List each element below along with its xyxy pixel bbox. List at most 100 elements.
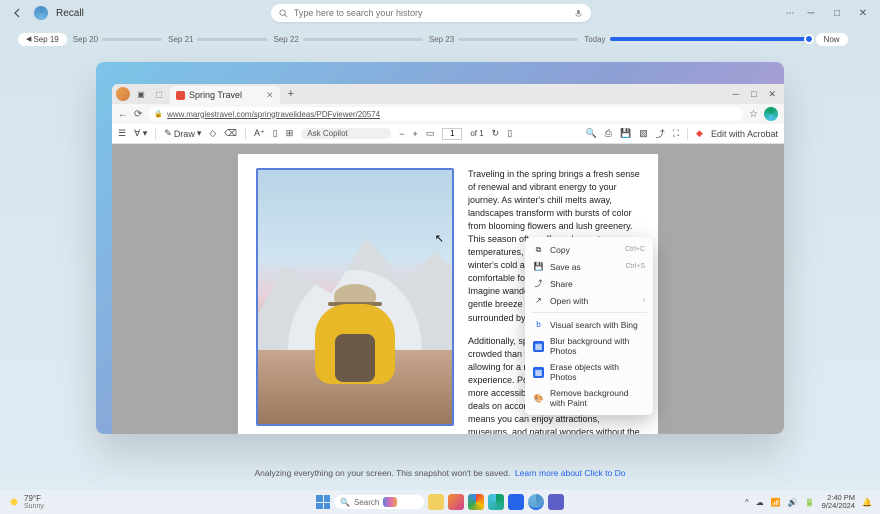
timeline-date[interactable]: Sep 22 — [273, 35, 298, 44]
filter-icon[interactable]: ∀ ▾ — [134, 128, 147, 139]
menu-open-with[interactable]: ↗Open with› — [525, 292, 653, 309]
tab-actions-icon[interactable]: ▣ — [134, 87, 148, 101]
copy-icon: ⧉ — [533, 244, 544, 255]
recall-header: Recall ─ □ ✕ — [0, 0, 880, 26]
tray-chevron-icon[interactable]: ^ — [745, 498, 749, 507]
history-search-box[interactable] — [271, 4, 591, 22]
new-tab-button[interactable]: + — [284, 88, 298, 100]
address-bar: ← ⟳ 🔒 www.margiestravel.com/springtravel… — [112, 104, 784, 124]
menu-erase-objects[interactable]: ▦Erase objects with Photos — [525, 359, 653, 385]
history-search-input[interactable] — [294, 8, 568, 18]
taskbar-search[interactable]: 🔍Search — [334, 495, 424, 509]
share-icon: ⤴ — [533, 278, 544, 289]
menu-remove-background[interactable]: 🎨Remove background with Paint — [525, 385, 653, 411]
taskbar-clock[interactable]: 2:40 PM9/24/2024 — [822, 494, 855, 511]
ask-copilot-field[interactable]: Ask Copilot — [301, 128, 391, 139]
close-button[interactable]: ✕ — [856, 8, 870, 19]
recall-title: Recall — [56, 8, 84, 19]
translate-icon[interactable]: ⊞ — [286, 128, 294, 139]
taskbar-store-icon[interactable] — [508, 494, 524, 510]
timeline-back-pill[interactable]: ◀Sep 19 — [18, 33, 67, 46]
snapshot-preview: ▣ ⬚ Spring Travel ✕ + ─ □ ✕ ← ⟳ 🔒 www.ma… — [96, 62, 784, 434]
copilot-icon[interactable] — [764, 107, 778, 121]
browser-tab-strip: ▣ ⬚ Spring Travel ✕ + ─ □ ✕ — [112, 84, 784, 104]
read-aloud-icon[interactable]: ▯ — [273, 128, 278, 139]
browser-minimize[interactable]: ─ — [729, 89, 743, 99]
browser-close[interactable]: ✕ — [764, 89, 780, 100]
system-tray[interactable]: ^ ☁ 📶 🔊 🔋 2:40 PM9/24/2024 🔔 — [745, 494, 872, 511]
taskbar-firefox-icon[interactable] — [448, 494, 464, 510]
maximize-button[interactable]: □ — [830, 8, 844, 19]
workspaces-icon[interactable]: ⬚ — [152, 87, 166, 101]
pdf-viewport[interactable]: ↖ Traveling in the spring brings a fresh… — [112, 144, 784, 434]
timeline-date[interactable]: Sep 23 — [429, 35, 454, 44]
rotate-icon[interactable]: ↻ — [492, 128, 500, 139]
mic-icon[interactable] — [574, 9, 583, 18]
tray-volume-icon[interactable]: 🔊 — [788, 498, 798, 507]
taskbar-edge-icon[interactable] — [488, 494, 504, 510]
taskbar-recall-icon[interactable] — [528, 494, 544, 510]
open-with-icon: ↗ — [533, 295, 544, 306]
weather-widget[interactable]: 79°FSunny — [8, 494, 44, 510]
contents-icon[interactable]: ☰ — [118, 128, 126, 139]
url-field[interactable]: 🔒 www.margiestravel.com/springtravelidea… — [148, 107, 743, 121]
save-icon[interactable]: 💾 — [620, 128, 631, 139]
browser-maximize[interactable]: □ — [747, 89, 760, 99]
start-button[interactable] — [316, 495, 330, 509]
browser-tab[interactable]: Spring Travel ✕ — [170, 86, 280, 104]
taskbar-chrome-icon[interactable] — [468, 494, 484, 510]
browser-back-icon[interactable]: ← — [118, 109, 128, 120]
acrobat-icon[interactable]: ◆ — [696, 128, 703, 139]
minimize-button[interactable]: ─ — [804, 8, 818, 19]
timeline-thumb[interactable] — [804, 34, 814, 44]
text-icon[interactable]: A⁺ — [254, 128, 265, 139]
tray-onedrive-icon[interactable]: ☁ — [756, 498, 764, 507]
back-button[interactable] — [10, 5, 26, 21]
fit-icon[interactable]: ▭ — [426, 128, 435, 139]
zoom-out-icon[interactable]: − — [399, 129, 404, 139]
profile-avatar[interactable] — [116, 87, 130, 101]
screenshot-icon[interactable]: ▧ — [639, 128, 648, 139]
tray-battery-icon[interactable]: 🔋 — [805, 498, 815, 507]
menu-visual-search[interactable]: bVisual search with Bing — [525, 316, 653, 333]
menu-blur-background[interactable]: ▦Blur background with Photos — [525, 333, 653, 359]
favorites-icon[interactable]: ☆ — [749, 109, 758, 120]
share-icon[interactable]: ⤴ — [656, 127, 665, 140]
pdf-toolbar: ☰ ∀ ▾ ✎ Draw ▾ ◇ ⌫ A⁺ ▯ ⊞ Ask Copilot − … — [112, 124, 784, 144]
erase-icon[interactable]: ⌫ — [224, 128, 237, 139]
page-number-input[interactable] — [442, 128, 462, 140]
highlight-icon[interactable]: ◇ — [209, 128, 216, 139]
search-icon — [279, 9, 288, 18]
pdf-selected-image[interactable]: ↖ — [256, 168, 454, 426]
timeline-date[interactable]: Sep 21 — [168, 35, 193, 44]
notifications-icon[interactable]: 🔔 — [862, 498, 872, 507]
more-icon[interactable] — [784, 7, 796, 19]
tray-wifi-icon[interactable]: 📶 — [771, 498, 781, 507]
window-controls: ─ □ ✕ — [804, 8, 870, 19]
timeline-today[interactable]: Today — [584, 35, 605, 44]
edit-acrobat[interactable]: Edit with Acrobat — [711, 129, 778, 139]
taskbar-teams-icon[interactable] — [548, 494, 564, 510]
print-icon[interactable]: ⎙ — [605, 128, 612, 139]
menu-share[interactable]: ⤴Share — [525, 275, 653, 292]
taskbar-explorer-icon[interactable] — [428, 494, 444, 510]
bing-icon: b — [533, 319, 544, 330]
fullscreen-icon[interactable]: ⛶ — [673, 128, 679, 139]
page-view-icon[interactable]: ▯ — [507, 128, 512, 139]
browser-refresh-icon[interactable]: ⟳ — [134, 109, 142, 120]
menu-save-as[interactable]: 💾Save asCtrl+S — [525, 258, 653, 275]
photos-icon: ▦ — [533, 341, 544, 352]
draw-tool[interactable]: ✎ Draw ▾ — [164, 128, 201, 139]
menu-copy[interactable]: ⧉CopyCtrl+C — [525, 241, 653, 258]
snapshot-footer: Analyzing everything on your screen. Thi… — [0, 468, 880, 478]
save-icon: 💾 — [533, 261, 544, 272]
tab-close-icon[interactable]: ✕ — [266, 90, 274, 101]
taskbar: 79°FSunny 🔍Search ^ ☁ 📶 🔊 🔋 2:40 PM9/24/… — [0, 490, 880, 514]
timeline-date[interactable]: Sep 20 — [73, 35, 98, 44]
timeline-now-button[interactable]: Now — [816, 33, 848, 46]
find-icon[interactable]: 🔍 — [586, 128, 597, 139]
url-text: www.margiestravel.com/springtravelideas/… — [167, 110, 380, 119]
timeline[interactable]: ◀Sep 19 Sep 20 Sep 21 Sep 22 Sep 23 Toda… — [0, 26, 880, 52]
zoom-in-icon[interactable]: + — [413, 129, 418, 139]
learn-more-link[interactable]: Learn more about Click to Do — [515, 468, 626, 478]
